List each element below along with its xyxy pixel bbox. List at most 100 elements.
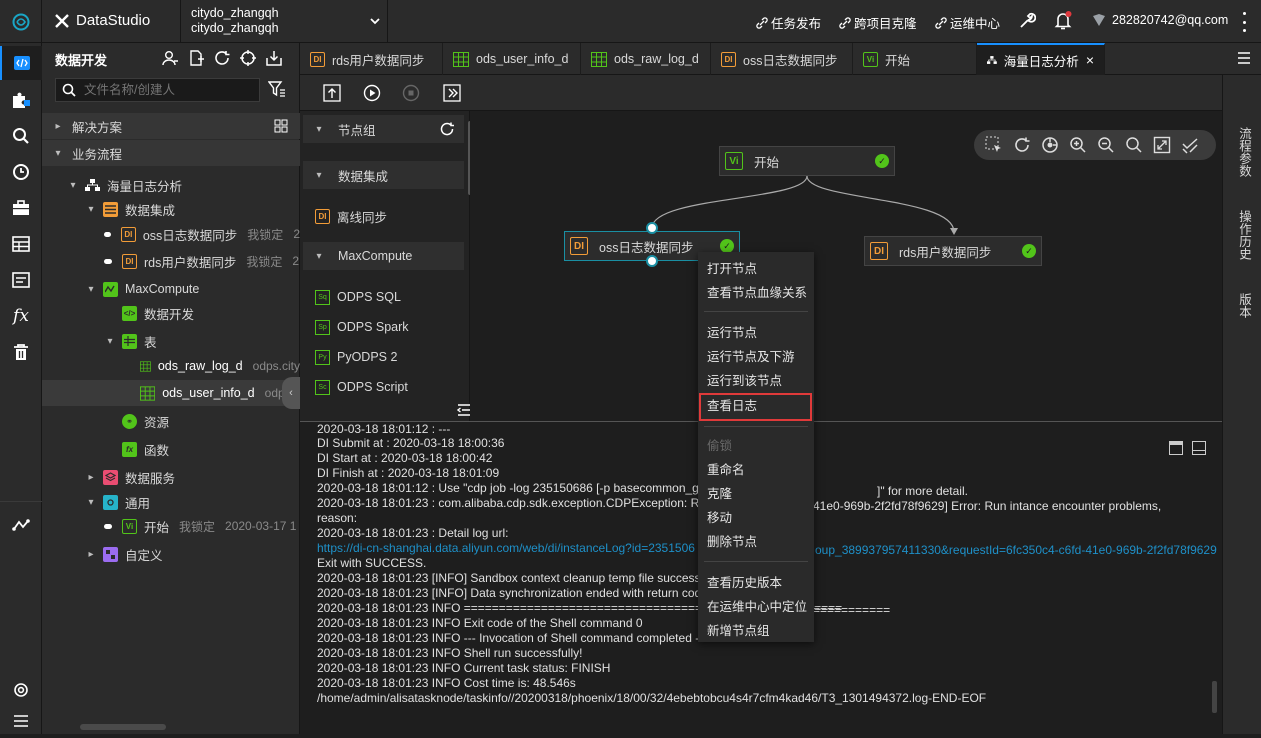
clock-nav-icon[interactable] [0, 155, 42, 189]
output-port[interactable] [646, 255, 658, 267]
palette-odps-sql[interactable]: Sq ODPS SQL [315, 285, 401, 309]
tree-data-service[interactable]: ▸ 数据服务 [42, 464, 300, 490]
tree-resource[interactable]: ⚭ 资源 [42, 408, 300, 434]
menu-new-node-group[interactable]: 新增节点组 [707, 621, 770, 641]
tree-raw-log-table[interactable]: ods_raw_log_d odps.city [42, 353, 300, 379]
input-port[interactable] [646, 222, 658, 234]
tree-data-integration[interactable]: ▾ 数据集成 [42, 196, 300, 222]
rerun-icon[interactable] [442, 83, 462, 103]
refresh-icon[interactable] [440, 122, 454, 136]
menu-delete-node[interactable]: 删除节点 [707, 532, 757, 552]
wrench-icon[interactable] [1018, 12, 1037, 33]
tree-function[interactable]: fx 函数 [42, 436, 300, 462]
menu-clone[interactable]: 克隆 [707, 484, 732, 504]
collapse-palette-icon[interactable] [456, 404, 471, 419]
tree-start-node[interactable]: Vi 开始 我锁定 2020-03-17 1 [42, 513, 300, 539]
tree-general[interactable]: ▾ 通用 [42, 489, 300, 515]
ops-center-link[interactable]: 运维中心 [935, 13, 1000, 32]
palette-offline-sync[interactable]: DI 离线同步 [315, 204, 387, 228]
flow-canvas[interactable]: Vi 开始 ✓ DI oss日志数据同步 ✓ DI rds用户数据同步 ✓ [470, 111, 1222, 421]
tab-oss-sync[interactable]: DI oss日志数据同步 [711, 43, 853, 75]
user-menu[interactable]: 282820742@qq.com [1092, 13, 1228, 27]
tree-table[interactable]: ▾ 表 [42, 328, 300, 354]
history-tab[interactable]: 操作历史 [1235, 205, 1251, 265]
palette-node-group[interactable]: ▾ 节点组 [303, 115, 464, 143]
settings-nav-icon[interactable] [0, 673, 42, 707]
canvas-node-rds[interactable]: DI rds用户数据同步 ✓ [864, 236, 1042, 266]
minimize-icon[interactable] [1192, 441, 1206, 455]
palette-pyodps[interactable]: Py PyODPS 2 [315, 345, 397, 369]
log-line[interactable]: https://di-cn-shanghai.data.aliyun.com/w… [317, 541, 695, 556]
palette-maxcompute[interactable]: ▾ MaxCompute [303, 242, 464, 270]
menu-run-downstream[interactable]: 运行节点及下游 [707, 347, 795, 367]
components-nav-icon[interactable] [0, 83, 42, 117]
tree-oss-node[interactable]: DI oss日志数据同步 我锁定 2 [42, 221, 300, 247]
submit-icon[interactable] [322, 83, 342, 103]
tree-data-dev[interactable]: </> 数据开发 [42, 300, 300, 326]
menu-history-versions[interactable]: 查看历史版本 [707, 573, 782, 593]
briefcase-nav-icon[interactable] [0, 191, 42, 225]
clone-link[interactable]: 跨项目克隆 [839, 13, 917, 32]
table-nav-icon[interactable] [0, 227, 42, 261]
close-icon[interactable]: × [1086, 52, 1094, 68]
tree-business-flow[interactable]: ▾ 业务流程 [42, 140, 300, 166]
tab-start[interactable]: Vi 开始 [853, 43, 977, 75]
tabs-menu-icon[interactable] [1237, 52, 1251, 67]
run-icon[interactable] [362, 83, 382, 103]
search-input[interactable] [84, 83, 254, 97]
trash-nav-icon[interactable] [0, 335, 42, 369]
palette-data-integration[interactable]: ▾ 数据集成 [303, 161, 464, 189]
tree-scrollbar[interactable] [80, 724, 166, 730]
locate-icon[interactable] [240, 50, 256, 69]
tab-log-analysis[interactable]: 海量日志分析 × [977, 43, 1105, 75]
right-side-panel: 流程参数 操作历史 版本 [1222, 75, 1261, 734]
tree-user-info-table[interactable]: ods_user_info_d odps.c [42, 380, 300, 406]
menu-run-to-node[interactable]: 运行到该节点 [707, 371, 782, 391]
menu-view-log[interactable]: 查看日志 [707, 396, 757, 416]
tree-maxcompute[interactable]: ▾ MaxCompute [42, 276, 300, 302]
tab-rds-sync[interactable]: DI rds用户数据同步 [300, 43, 443, 75]
flow-params-tab[interactable]: 流程参数 [1235, 122, 1251, 182]
tree-flow[interactable]: ▾ 海量日志分析 [42, 172, 300, 198]
project-selector[interactable]: citydo_zhangqh citydo_zhangqh [180, 0, 388, 43]
function-nav-icon[interactable]: fx [0, 299, 42, 333]
log-tail-url[interactable]: oup_389937957411330&requestId=6fc350c4-c… [815, 543, 1217, 558]
menu-rename[interactable]: 重命名 [707, 460, 745, 480]
tree-solutions[interactable]: ▸ 解决方案 [42, 113, 300, 139]
menu-locate-in-ops[interactable]: 在运维中心中定位 [707, 597, 807, 617]
version-tab[interactable]: 版本 [1235, 288, 1251, 322]
workflow-nav-icon[interactable] [0, 508, 42, 542]
publish-link[interactable]: 任务发布 [756, 13, 821, 32]
refresh-icon[interactable] [214, 50, 230, 69]
collapse-panel-handle[interactable]: ‹ [282, 377, 300, 409]
menu-run-node[interactable]: 运行节点 [707, 323, 757, 343]
list-nav-icon[interactable] [0, 263, 42, 297]
tab-user-info[interactable]: ods_user_info_d [443, 43, 581, 75]
new-file-icon[interactable] [188, 50, 204, 69]
canvas-node-start[interactable]: Vi 开始 ✓ [719, 146, 895, 176]
import-icon[interactable] [266, 50, 282, 69]
grid-icon[interactable] [274, 119, 288, 133]
tree-rds-node[interactable]: DI rds用户数据同步 我锁定 2 [42, 248, 300, 274]
palette-odps-spark[interactable]: Sp ODPS Spark [315, 315, 409, 339]
tree-custom[interactable]: ▸ 自定义 [42, 541, 300, 567]
data-dev-nav-icon[interactable] [0, 46, 42, 80]
menu-nav-icon[interactable] [0, 704, 42, 738]
stop-icon[interactable] [401, 83, 421, 103]
top-bar: DataStudio citydo_zhangqh citydo_zhangqh… [0, 0, 1261, 43]
filter-icon[interactable] [267, 81, 286, 100]
more-vertical-icon[interactable] [1240, 12, 1248, 32]
menu-move[interactable]: 移动 [707, 508, 732, 528]
dataworks-logo-icon[interactable] [0, 0, 42, 43]
tab-raw-log[interactable]: ods_raw_log_d [581, 43, 711, 75]
maximize-icon[interactable] [1169, 441, 1183, 455]
maxcompute-icon [103, 281, 118, 297]
bell-icon[interactable] [1054, 11, 1072, 34]
user-filter-icon[interactable] [162, 50, 178, 69]
log-scrollbar[interactable] [1212, 681, 1217, 713]
search-box[interactable] [55, 78, 260, 102]
search-nav-icon[interactable] [0, 119, 42, 153]
menu-open-node[interactable]: 打开节点 [707, 259, 757, 279]
menu-view-lineage[interactable]: 查看节点血缘关系 [707, 283, 807, 303]
palette-odps-script[interactable]: Sc ODPS Script [315, 375, 408, 399]
